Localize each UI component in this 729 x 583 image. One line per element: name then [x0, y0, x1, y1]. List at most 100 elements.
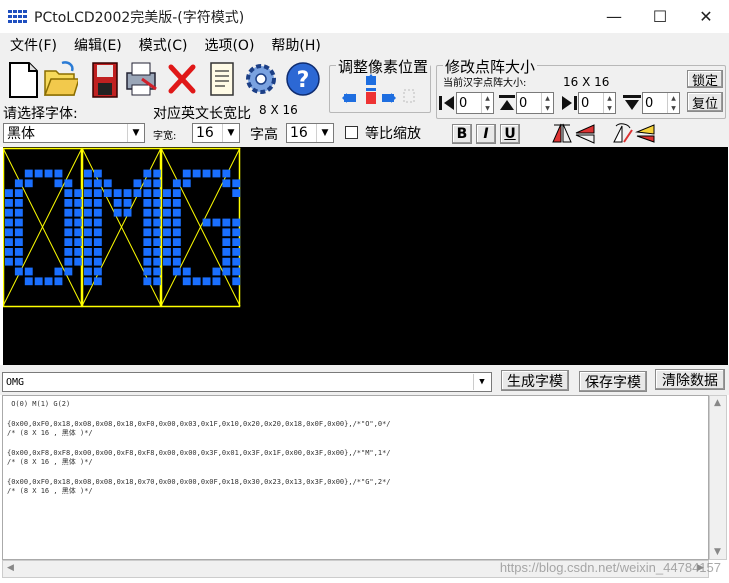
height-select[interactable]: 16 ▼ [286, 123, 334, 143]
print-icon[interactable] [122, 59, 158, 99]
matrix-dot[interactable] [182, 169, 191, 178]
matrix-dot[interactable] [84, 267, 92, 276]
matrix-dot[interactable] [172, 248, 181, 256]
matrix-dot[interactable] [93, 179, 102, 188]
matrix-dot[interactable] [153, 228, 162, 237]
matrix-dot[interactable] [143, 179, 152, 188]
generate-button[interactable]: 生成字模 [501, 370, 569, 391]
save-glyph-button[interactable]: 保存字模 [579, 371, 647, 392]
matrix-dot[interactable] [232, 218, 241, 227]
left-spin[interactable]: 0 ▲ ▼ [456, 92, 494, 114]
new-icon[interactable] [4, 59, 40, 99]
matrix-dot[interactable] [143, 189, 152, 197]
matrix-dot[interactable] [192, 169, 201, 178]
matrix-dot[interactable] [5, 228, 13, 237]
matrix-dot[interactable] [143, 208, 152, 217]
scroll-left-icon[interactable]: ◀ [7, 563, 14, 573]
matrix-dot[interactable] [172, 208, 181, 217]
matrix-dot[interactable] [93, 199, 102, 207]
matrix-dot[interactable] [84, 208, 92, 217]
top-spin[interactable]: 0 ▲ ▼ [516, 92, 554, 114]
matrix-dot[interactable] [232, 267, 241, 276]
bold-button[interactable]: B [452, 124, 472, 144]
matrix-dot[interactable] [54, 267, 63, 276]
shrink-top-icon[interactable] [498, 93, 516, 113]
matrix-dot[interactable] [5, 238, 13, 246]
flip-horizontal-icon[interactable] [550, 121, 574, 145]
matrix-dot[interactable] [222, 218, 231, 227]
matrix-dot[interactable] [84, 277, 92, 286]
matrix-dot[interactable] [202, 218, 211, 227]
matrix-dot[interactable] [163, 238, 171, 246]
vertical-scrollbar[interactable]: ▲ ▼ [709, 395, 727, 560]
matrix-dot[interactable] [54, 277, 63, 286]
matrix-dot[interactable] [222, 169, 231, 178]
matrix-dot[interactable] [113, 208, 122, 217]
matrix-dot[interactable] [143, 228, 152, 237]
matrix-dot[interactable] [222, 238, 231, 246]
matrix-dot[interactable] [172, 228, 181, 237]
matrix-dot[interactable] [163, 218, 171, 227]
matrix-dot[interactable] [153, 257, 162, 266]
matrix-dot[interactable] [153, 169, 162, 178]
matrix-dot[interactable] [143, 257, 152, 266]
notes-icon[interactable] [204, 59, 240, 99]
matrix-dot[interactable] [74, 248, 83, 256]
save-icon[interactable] [86, 59, 122, 99]
menu-edit[interactable]: 编辑(E) [64, 35, 129, 55]
matrix-dot[interactable] [143, 169, 152, 178]
right-spin[interactable]: 0 ▲ ▼ [578, 92, 616, 114]
matrix-dot[interactable] [232, 179, 241, 188]
matrix-dot[interactable] [222, 179, 231, 188]
matrix-dot[interactable] [64, 208, 73, 217]
matrix-dot[interactable] [93, 218, 102, 227]
matrix-dot[interactable] [143, 199, 152, 207]
matrix-dot[interactable] [14, 218, 23, 227]
dot-matrix-svg[interactable] [2, 147, 728, 365]
matrix-dot[interactable] [143, 218, 152, 227]
matrix-dot[interactable] [64, 218, 73, 227]
matrix-dot[interactable] [5, 208, 13, 217]
matrix-dot[interactable] [232, 228, 241, 237]
matrix-dot[interactable] [93, 267, 102, 276]
matrix-dot[interactable] [143, 277, 152, 286]
matrix-dot[interactable] [153, 218, 162, 227]
menu-file[interactable]: 文件(F) [0, 35, 64, 55]
chevron-down-icon[interactable]: ▼ [316, 124, 333, 142]
matrix-dot[interactable] [123, 199, 132, 207]
matrix-dot[interactable] [153, 179, 162, 188]
matrix-dot[interactable] [202, 169, 211, 178]
scroll-down-icon[interactable]: ▼ [714, 547, 721, 557]
matrix-dot[interactable] [54, 169, 63, 178]
matrix-dot[interactable] [24, 179, 33, 188]
matrix-dot[interactable] [212, 169, 221, 178]
clear-data-button[interactable]: 清除数据 [655, 369, 725, 390]
matrix-dot[interactable] [222, 228, 231, 237]
delete-icon[interactable] [164, 59, 200, 99]
matrix-dot[interactable] [84, 189, 92, 197]
matrix-dot[interactable] [24, 169, 33, 178]
italic-button[interactable]: I [476, 124, 496, 144]
matrix-dot[interactable] [202, 277, 211, 286]
matrix-dot[interactable] [222, 267, 231, 276]
help-icon[interactable]: ? [284, 59, 320, 99]
matrix-dot[interactable] [232, 277, 241, 286]
matrix-dot[interactable] [212, 218, 221, 227]
matrix-dot[interactable] [222, 248, 231, 256]
matrix-dot[interactable] [172, 238, 181, 246]
chevron-down-icon[interactable]: ▼ [127, 124, 144, 142]
matrix-dot[interactable] [172, 257, 181, 266]
chevron-down-icon[interactable]: ▼ [222, 124, 239, 142]
matrix-dot[interactable] [93, 228, 102, 237]
matrix-dot[interactable] [153, 189, 162, 197]
text-input[interactable]: OMG ▼ [2, 372, 492, 392]
matrix-dot[interactable] [103, 179, 112, 188]
matrix-dot[interactable] [163, 189, 171, 197]
matrix-dot[interactable] [24, 277, 33, 286]
proportional-checkbox[interactable] [345, 126, 358, 139]
matrix-dot[interactable] [84, 199, 92, 207]
matrix-dot[interactable] [93, 189, 102, 197]
matrix-dot[interactable] [103, 189, 112, 197]
matrix-dot[interactable] [123, 189, 132, 197]
matrix-dot[interactable] [44, 169, 53, 178]
